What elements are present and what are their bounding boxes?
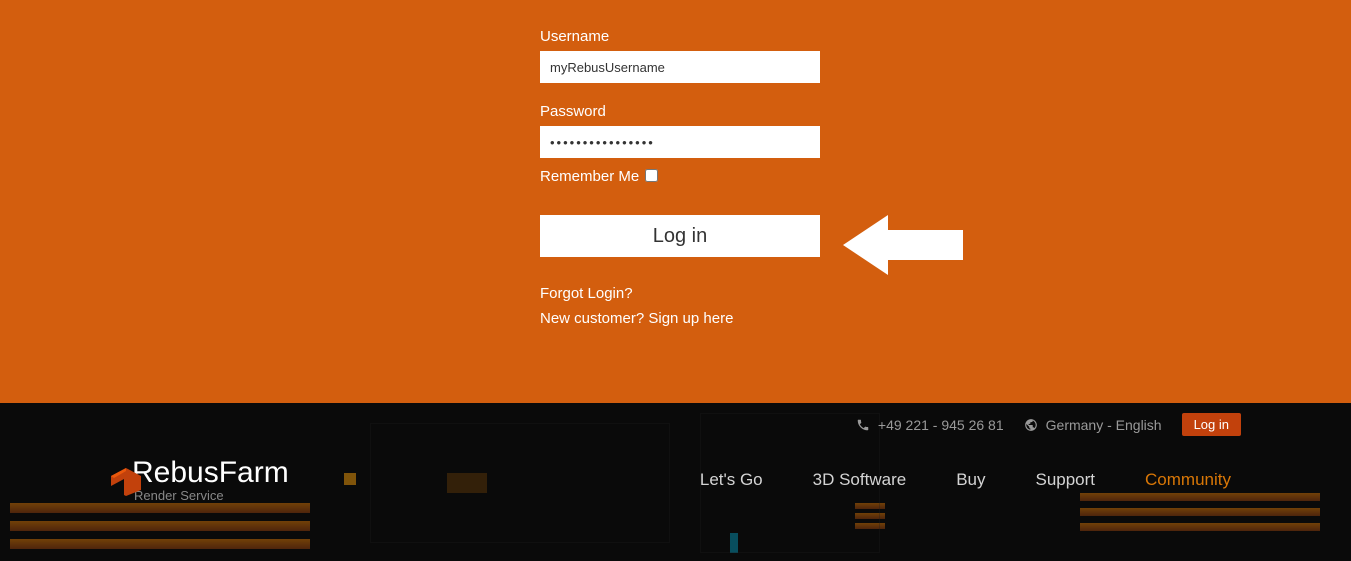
password-input[interactable] <box>540 126 820 158</box>
forgot-login-link[interactable]: Forgot Login? <box>540 285 820 302</box>
logo-text-main: Rebus <box>132 456 219 490</box>
nav-community[interactable]: Community <box>1145 470 1231 490</box>
locale-selector[interactable]: Germany - English <box>1024 417 1162 433</box>
login-button[interactable]: Log in <box>540 215 820 257</box>
remember-checkbox[interactable] <box>645 169 658 182</box>
logo-tagline: Render Service <box>134 488 289 503</box>
username-input[interactable] <box>540 51 820 83</box>
nav-items: Let's Go 3D Software Buy Support Communi… <box>700 470 1231 490</box>
top-info-bar: +49 221 - 945 26 81 Germany - English Lo… <box>0 403 1351 436</box>
locale-text: Germany - English <box>1046 417 1162 433</box>
nav-software[interactable]: 3D Software <box>813 470 907 490</box>
nav-buy[interactable]: Buy <box>956 470 985 490</box>
footer-section: +49 221 - 945 26 81 Germany - English Lo… <box>0 403 1351 561</box>
phone-icon <box>856 418 870 432</box>
logo-icon <box>108 468 144 498</box>
login-form: Username Password Remember Me Log in For… <box>540 28 820 327</box>
remember-row: Remember Me <box>540 168 820 185</box>
username-label: Username <box>540 28 820 45</box>
signup-link[interactable]: New customer? Sign up here <box>540 310 820 327</box>
remember-label: Remember Me <box>540 168 639 185</box>
phone-display: +49 221 - 945 26 81 <box>856 417 1004 433</box>
nav-letsgo[interactable]: Let's Go <box>700 470 763 490</box>
nav-support[interactable]: Support <box>1035 470 1095 490</box>
main-nav: RebusFarm Render Service Let's Go 3D Sof… <box>0 436 1351 503</box>
logo[interactable]: RebusFarm Render Service <box>110 456 289 503</box>
header-login-button[interactable]: Log in <box>1182 413 1241 436</box>
globe-icon <box>1024 418 1038 432</box>
arrow-pointer-icon <box>843 210 963 285</box>
logo-text-secondary: Farm <box>219 456 289 490</box>
login-panel: Username Password Remember Me Log in For… <box>0 0 1351 403</box>
phone-number: +49 221 - 945 26 81 <box>878 417 1004 433</box>
password-label: Password <box>540 103 820 120</box>
